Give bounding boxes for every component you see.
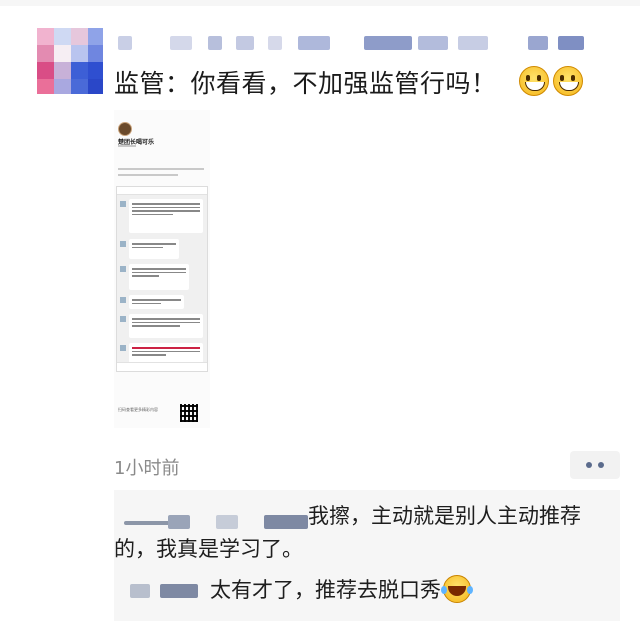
embedded-chat-screenshot <box>116 186 208 372</box>
comment-item: 太有才了，推荐去脱口秀 <box>210 574 471 604</box>
comment-text: 太有才了，推荐去脱口秀 <box>210 578 441 602</box>
grin-emoji <box>553 66 583 96</box>
poster-name-blurred[interactable] <box>118 36 588 50</box>
post-emoji-group <box>519 66 583 96</box>
laughing-tears-emoji <box>441 575 471 603</box>
post-timestamp: 1小时前 <box>114 458 180 479</box>
shared-footer-text: 扫码查看更多精彩内容 <box>118 407 158 412</box>
comments-panel: 我擦，主动就是别人主动推荐的，我真是学习了。 太有才了，推荐去脱口秀 <box>114 490 620 621</box>
comment-text: 我擦，主动就是别人主动推荐的，我真是学习了。 <box>114 504 581 561</box>
commenter-name-blurred[interactable] <box>130 584 200 598</box>
top-divider <box>0 0 640 6</box>
grin-emoji <box>519 66 549 96</box>
more-actions-button[interactable] <box>570 451 620 479</box>
qr-code-icon <box>180 404 198 422</box>
post-text: 监管：你看看，不加强监管行吗！ <box>114 69 497 98</box>
poster-avatar[interactable] <box>37 28 103 94</box>
shared-screenshot-image[interactable]: 楚团长喝可乐 扫码查看更多精彩内容 <box>114 110 210 428</box>
shared-account-avatar <box>118 122 132 136</box>
shared-description-lines <box>118 168 204 180</box>
